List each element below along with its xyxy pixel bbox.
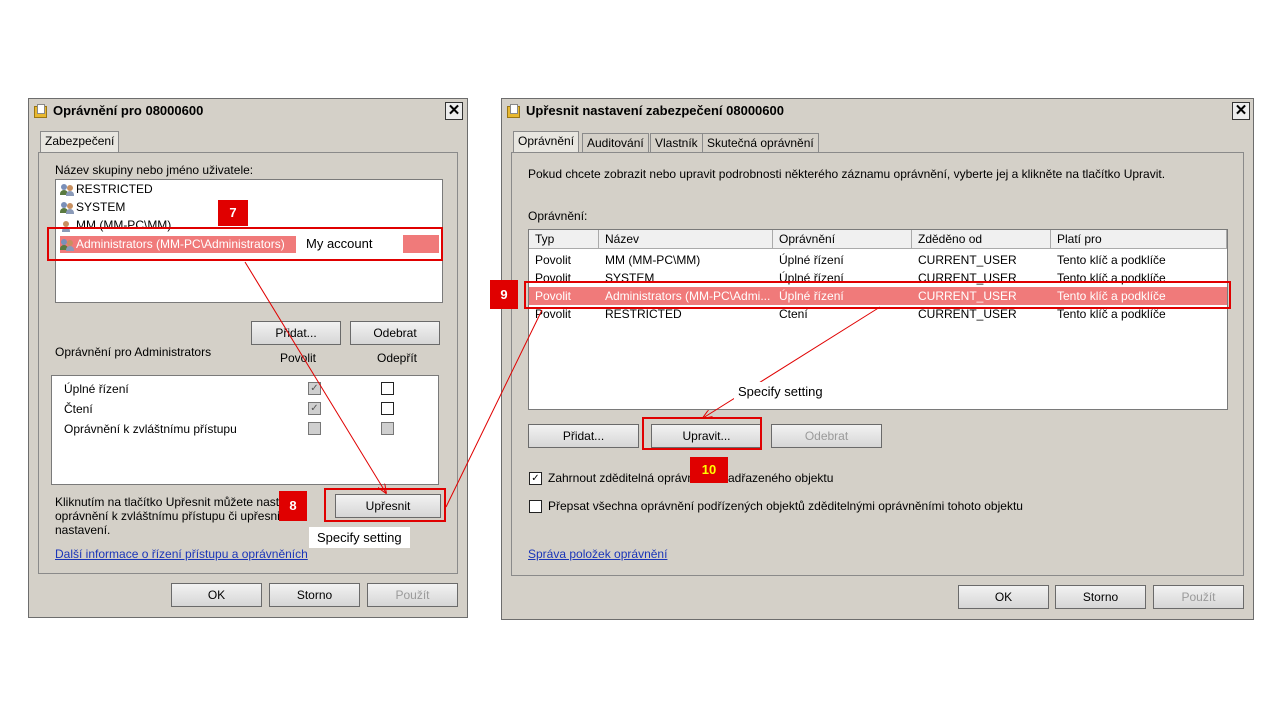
step-badge-10: 10 <box>690 457 728 483</box>
cell-type: Povolit <box>535 253 572 267</box>
replace-permissions-checkbox[interactable] <box>529 500 542 513</box>
permission-label: Úplné řízení <box>64 382 129 396</box>
highlight-box-entry <box>524 281 1231 309</box>
cell-applies-to: Tento klíč a podklíče <box>1057 253 1166 267</box>
column-header-applies-to[interactable]: Platí pro <box>1051 230 1227 249</box>
permissions-for-label: Oprávnění pro Administrators <box>55 345 212 359</box>
cancel-button[interactable]: Storno <box>269 583 360 607</box>
group-label: Název skupiny nebo jméno uživatele: <box>55 163 254 177</box>
deny-header: Odepřít <box>377 351 418 365</box>
add-button[interactable]: Přidat... <box>251 321 341 345</box>
tab-auditing[interactable]: Auditování <box>582 133 649 153</box>
tab-effective-permissions[interactable]: Skutečná oprávnění <box>702 133 819 153</box>
folder-icon <box>34 104 47 118</box>
tab-permissions[interactable]: Oprávnění <box>513 131 580 153</box>
manage-entries-link[interactable]: Správa položek oprávnění <box>528 547 667 561</box>
allow-checkbox-special[interactable] <box>308 422 321 435</box>
close-button[interactable]: ✕ <box>1232 102 1250 120</box>
advanced-text: oprávnění k zvláštnímu přístupu či upřes… <box>55 509 280 523</box>
step-badge-8: 8 <box>279 491 307 521</box>
specify-setting-label: Specify setting <box>309 527 410 548</box>
tab-security[interactable]: Zabezpečení <box>40 131 120 153</box>
permissions-list: Úplné řízení Čtení Oprávnění k zvláštním… <box>51 375 439 485</box>
highlight-box-edit <box>642 417 762 450</box>
permissions-label: Oprávnění: <box>528 209 588 223</box>
folder-icon <box>507 104 520 118</box>
user-item-system[interactable]: SYSTEM <box>60 199 125 216</box>
inherit-permissions-checkbox[interactable]: ✓ <box>529 472 542 485</box>
dialog-title: Oprávnění pro 08000600 <box>53 103 204 118</box>
cancel-button[interactable]: Storno <box>1055 585 1146 609</box>
allow-header: Povolit <box>280 351 317 365</box>
column-header-permission[interactable]: Oprávnění <box>773 230 912 249</box>
permissions-panel: Pokud chcete zobrazit nebo upravit podro… <box>511 152 1244 576</box>
users-icon <box>60 201 74 214</box>
highlight-box-advanced <box>324 488 446 522</box>
ok-button[interactable]: OK <box>958 585 1049 609</box>
my-account-label: My account <box>306 236 373 251</box>
title-bar[interactable]: Oprávnění pro 08000600 ✕ <box>29 99 467 123</box>
user-name: RESTRICTED <box>76 182 153 196</box>
replace-permissions-label: Přepsat všechna oprávnění podřízených ob… <box>548 499 1023 513</box>
user-name: SYSTEM <box>76 200 126 214</box>
permission-label: Oprávnění k zvláštnímu přístupu <box>64 422 237 436</box>
add-entry-button[interactable]: Přidat... <box>528 424 639 448</box>
step-badge-9: 9 <box>490 280 518 309</box>
column-header-type[interactable]: Typ <box>529 230 599 249</box>
deny-checkbox-read[interactable] <box>381 402 394 415</box>
dialog-title: Upřesnit nastavení zabezpečení 08000600 <box>526 103 784 118</box>
info-text: Pokud chcete zobrazit nebo upravit podro… <box>528 167 1166 181</box>
column-header-inherited-from[interactable]: Zděděno od <box>912 230 1051 249</box>
users-icon <box>60 183 74 196</box>
remove-entry-button[interactable]: Odebrat <box>771 424 882 448</box>
advanced-text: nastavení. <box>55 523 111 537</box>
tab-owner[interactable]: Vlastník <box>650 133 703 153</box>
column-header-name[interactable]: Název <box>599 230 773 249</box>
deny-checkbox-full-control[interactable] <box>381 382 394 395</box>
title-bar[interactable]: Upřesnit nastavení zabezpečení 08000600 … <box>502 99 1253 123</box>
allow-checkbox-full-control[interactable]: ✓ <box>308 382 321 395</box>
table-row[interactable]: Povolit MM (MM-PC\MM) Úplné řízení CURRE… <box>529 251 1227 269</box>
inherit-permissions-label: Zahrnout zděditelná oprávn <box>548 471 695 485</box>
highlight-fill <box>403 235 439 253</box>
cell-name: MM (MM-PC\MM) <box>605 253 701 267</box>
close-button[interactable]: ✕ <box>445 102 463 120</box>
cell-permission: Úplné řízení <box>779 253 844 267</box>
specify-setting-label: Specify setting <box>734 382 827 401</box>
ok-button[interactable]: OK <box>171 583 262 607</box>
apply-button[interactable]: Použít <box>367 583 458 607</box>
permission-label: Čtení <box>64 402 93 416</box>
inherit-permissions-label: adřazeného objektu <box>728 471 834 485</box>
user-item-restricted[interactable]: RESTRICTED <box>60 181 153 198</box>
cell-inherited-from: CURRENT_USER <box>918 253 1017 267</box>
step-badge-7: 7 <box>218 200 248 226</box>
advanced-security-dialog: Upřesnit nastavení zabezpečení 08000600 … <box>501 98 1254 620</box>
allow-checkbox-read[interactable]: ✓ <box>308 402 321 415</box>
apply-button[interactable]: Použít <box>1153 585 1244 609</box>
deny-checkbox-special[interactable] <box>381 422 394 435</box>
permission-entries-list[interactable]: Typ Název Oprávnění Zděděno od Platí pro… <box>528 229 1228 410</box>
highlight-box-user <box>47 227 443 261</box>
access-control-help-link[interactable]: Další informace o řízení přístupu a oprá… <box>55 547 308 561</box>
advanced-text: Kliknutím na tlačítko Upřesnit můžete na… <box>55 495 286 509</box>
remove-button[interactable]: Odebrat <box>350 321 440 345</box>
